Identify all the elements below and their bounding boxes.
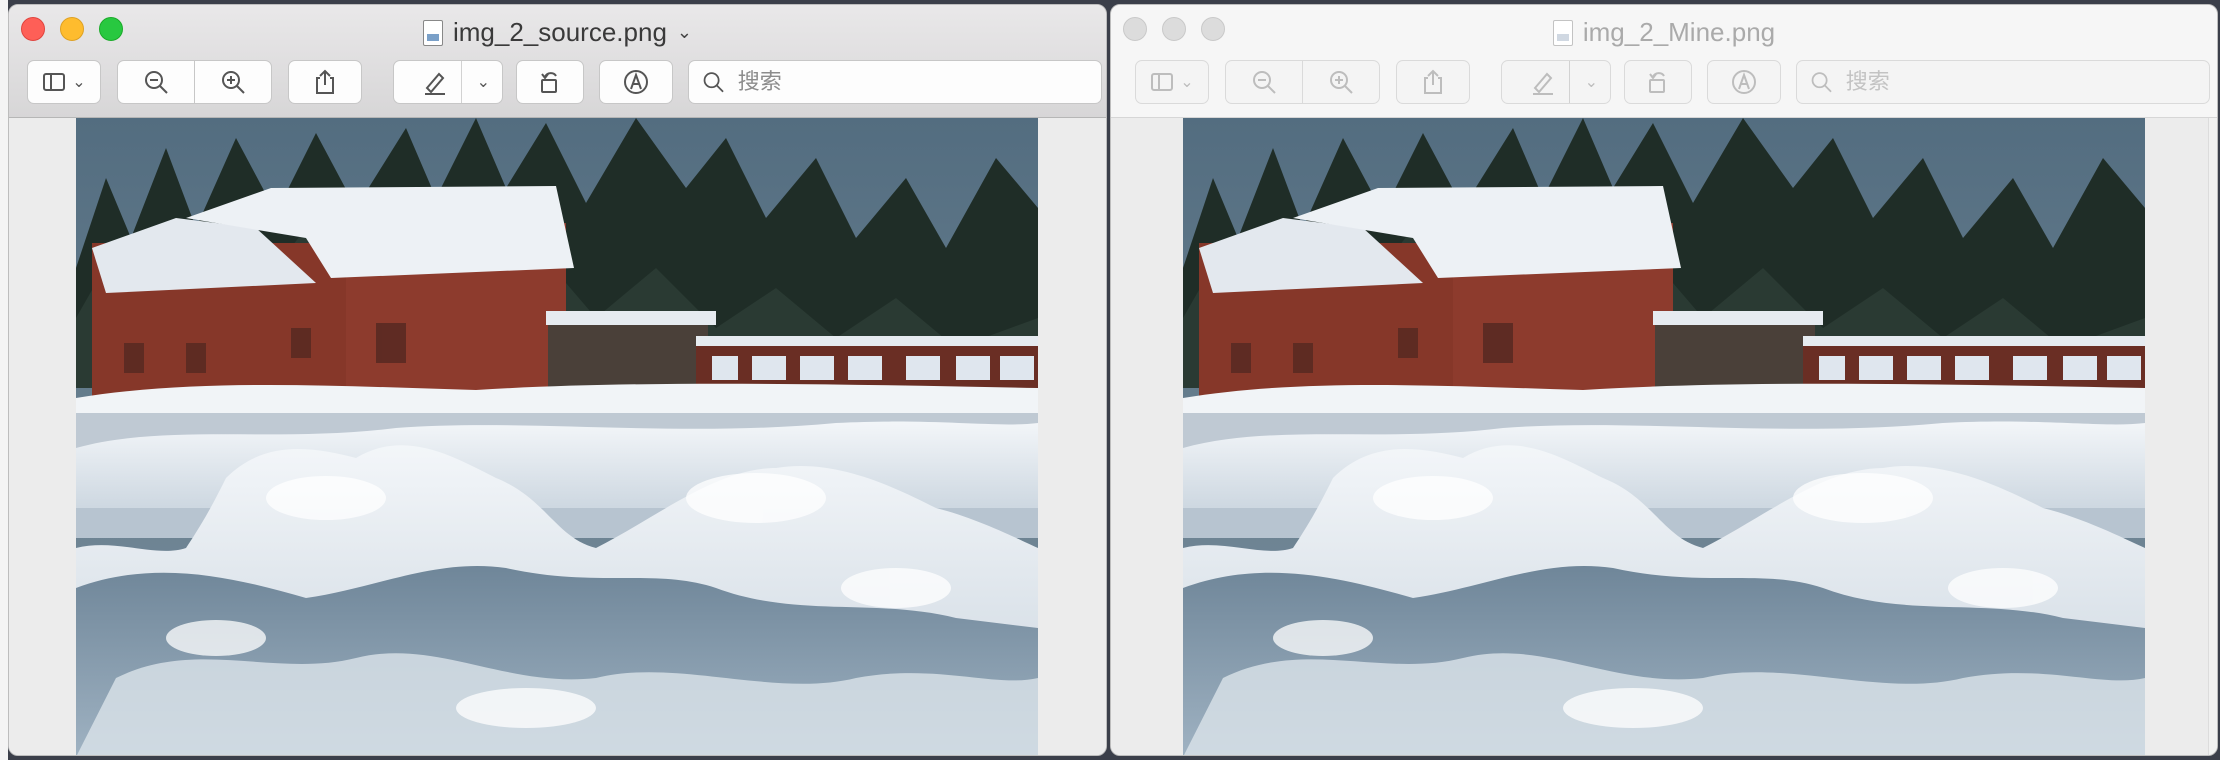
markup-button[interactable]: ⌄ (393, 60, 503, 104)
search-field[interactable] (688, 60, 1102, 104)
chevron-down-icon: ⌄ (1180, 74, 1194, 91)
toolbar: ⌄ ⌄ (1121, 60, 2210, 104)
png-document-icon (1552, 19, 1573, 46)
sidebar-toggle-button[interactable]: ⌄ (27, 60, 101, 104)
annotate-icon (1732, 70, 1756, 94)
snow-barn-photo (76, 118, 1038, 755)
zoom-out-icon (145, 71, 168, 94)
search-input[interactable] (1843, 68, 2209, 96)
annotate-icon (624, 70, 648, 94)
window-title[interactable]: img_2_source.png ⌄ (9, 17, 1106, 48)
search-field[interactable] (1796, 60, 2210, 104)
toolbar: ⌄ ⌄ (19, 60, 1102, 104)
share-button[interactable] (288, 60, 362, 104)
zoom-in-icon (222, 71, 245, 94)
rotate-button[interactable] (1624, 60, 1692, 104)
zoom-out-button[interactable] (117, 60, 195, 104)
zoom-out-button[interactable] (1225, 60, 1303, 104)
chevron-down-icon: ⌄ (476, 74, 490, 91)
document-area[interactable] (1111, 118, 2217, 755)
rotate-icon (1649, 72, 1665, 93)
chevron-down-icon: ⌄ (72, 74, 86, 91)
window-title-text: img_2_Mine.png (1582, 17, 1776, 47)
document-area[interactable] (9, 118, 1106, 755)
chevron-down-icon: ⌄ (1584, 74, 1598, 91)
annotate-button[interactable] (1707, 60, 1781, 104)
title-bar[interactable]: img_2_source.png ⌄ ⌄ ⌄ (9, 5, 1106, 118)
zoom-out-icon (1253, 71, 1276, 94)
rotate-button[interactable] (516, 60, 584, 104)
segment-divider (1569, 61, 1570, 103)
preview-window-mine: img_2_Mine.png ⌄ ⌄ (1110, 4, 2218, 756)
png-document-icon (422, 19, 443, 46)
zoom-in-button[interactable] (194, 60, 272, 104)
share-icon (1424, 69, 1442, 94)
scrollbar-track[interactable] (2208, 118, 2217, 755)
window-title-text: img_2_source.png (452, 17, 667, 47)
title-bar[interactable]: img_2_Mine.png ⌄ ⌄ (1111, 5, 2217, 118)
snow-barn-photo (1183, 118, 2145, 755)
search-icon (1811, 72, 1832, 93)
zoom-in-icon (1330, 71, 1353, 94)
preview-window-source: img_2_source.png ⌄ ⌄ ⌄ (8, 4, 1107, 756)
sidebar-icon (1151, 73, 1174, 91)
markup-pen-icon (1533, 72, 1553, 95)
search-icon (703, 72, 724, 93)
markup-pen-icon (425, 72, 445, 95)
share-button[interactable] (1396, 60, 1470, 104)
chevron-down-icon[interactable]: ⌄ (677, 22, 692, 43)
sidebar-toggle-button[interactable]: ⌄ (1135, 60, 1209, 104)
rotate-icon (541, 72, 557, 93)
markup-button[interactable]: ⌄ (1501, 60, 1611, 104)
search-input[interactable] (735, 68, 1101, 96)
zoom-in-button[interactable] (1302, 60, 1380, 104)
sidebar-icon (43, 73, 66, 91)
annotate-button[interactable] (599, 60, 673, 104)
share-icon (316, 69, 334, 94)
window-title[interactable]: img_2_Mine.png (1111, 17, 2217, 48)
segment-divider (461, 61, 462, 103)
